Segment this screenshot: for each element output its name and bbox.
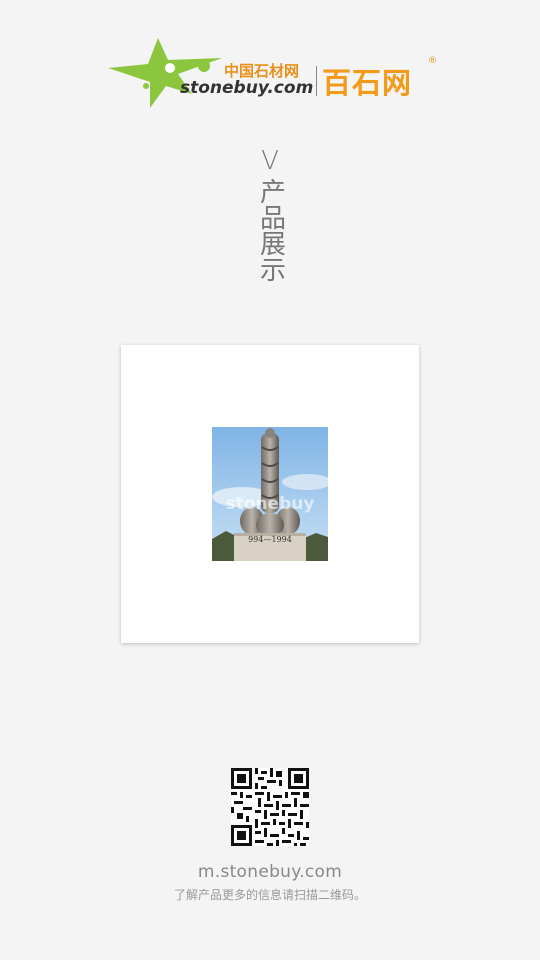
image-caption: 994—1994: [248, 535, 292, 544]
site-logo[interactable]: 中国石材网 stonebuy.com 百石网 ®: [106, 36, 437, 110]
product-image[interactable]: stonebuy 994—1994: [212, 427, 328, 561]
section-title-text: 产品展示: [255, 178, 286, 282]
image-watermark: stonebuy: [225, 494, 315, 514]
qr-code-graphic: [231, 768, 309, 846]
qr-instruction: 了解产品更多的信息请扫描二维码。: [173, 888, 366, 902]
logo-divider: [316, 66, 317, 96]
logo-brand-name: 百石网: [322, 66, 413, 100]
site-url[interactable]: m.stonebuy.com: [0, 862, 540, 882]
registered-mark: ®: [428, 56, 437, 66]
section-title: V 产品展示: [250, 144, 290, 282]
section-mark: V: [261, 146, 279, 176]
star-logo-icon: [108, 38, 222, 108]
logo-domain: stonebuy.com: [180, 78, 314, 98]
product-card[interactable]: stonebuy 994—1994: [121, 345, 419, 643]
qr-code-icon: [231, 768, 309, 846]
